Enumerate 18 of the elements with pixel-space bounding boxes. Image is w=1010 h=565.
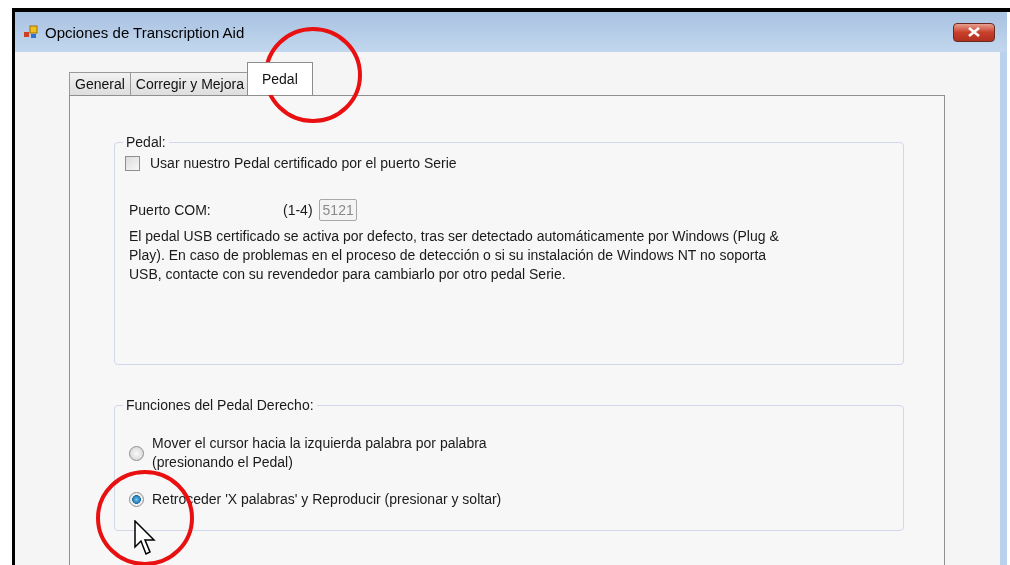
close-icon [967, 27, 981, 37]
tab[interactable]: Corregir y Mejora [129, 72, 250, 95]
port-range: (1-4) [283, 202, 313, 218]
radio-button[interactable] [129, 492, 144, 507]
checkbox[interactable] [125, 155, 140, 171]
tab[interactable]: Pedal [246, 62, 313, 95]
radio-label[interactable]: Mover el cursor hacia la izquierda palabra por palabra (presionando el Pedal) [152, 434, 487, 472]
description-text: El pedal USB certificado se activa por defecto, tras ser detectado automáticamente por Windows (Plug & Play). En caso de problemas en el proceso de detección o si su instalación de Windows NT no soporta USB, contacte con su revendedor para cambiarlo por otro pedal Serie. [129, 227, 780, 284]
checkbox-label[interactable]: Usar nuestro Pedal certificado por el puerto Serie [150, 155, 457, 171]
radio-button[interactable] [129, 445, 144, 461]
group-title: Funciones del Pedal Derecho: [123, 397, 317, 413]
group-title: Pedal: [123, 134, 169, 150]
port-label: Puerto COM: [129, 202, 212, 218]
tab[interactable]: General [69, 72, 131, 95]
app-icon [23, 24, 39, 40]
cursor-icon [134, 520, 158, 556]
close-button[interactable] [953, 22, 995, 42]
window-title: Opciones de Transcription Aid [45, 23, 246, 41]
